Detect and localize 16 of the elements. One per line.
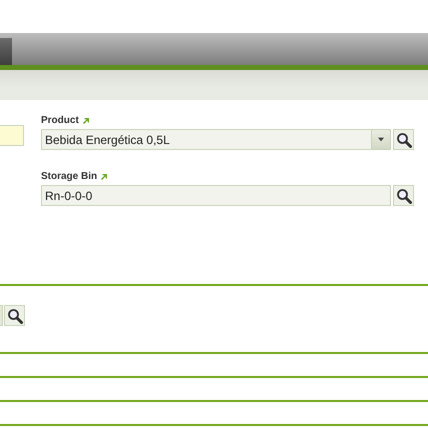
input-field[interactable] bbox=[0, 125, 24, 146]
arrow-icon bbox=[101, 174, 108, 180]
search-button[interactable] bbox=[393, 129, 414, 150]
input-field[interactable] bbox=[0, 305, 3, 326]
search-button[interactable] bbox=[4, 305, 25, 326]
field-label: Product bbox=[41, 117, 79, 125]
arrow-icon bbox=[82, 118, 89, 124]
input-field[interactable]: Bebida Energética 0,5L bbox=[41, 129, 372, 150]
caret-icon bbox=[378, 137, 384, 142]
search-icon bbox=[396, 188, 412, 204]
dropdown-button[interactable] bbox=[372, 129, 391, 150]
search-button[interactable] bbox=[393, 185, 414, 206]
search-icon bbox=[396, 132, 412, 148]
search-icon bbox=[6, 308, 22, 324]
input-field[interactable]: Rn-0-0-0 bbox=[41, 185, 391, 206]
field-label: Storage Bin bbox=[41, 173, 98, 181]
